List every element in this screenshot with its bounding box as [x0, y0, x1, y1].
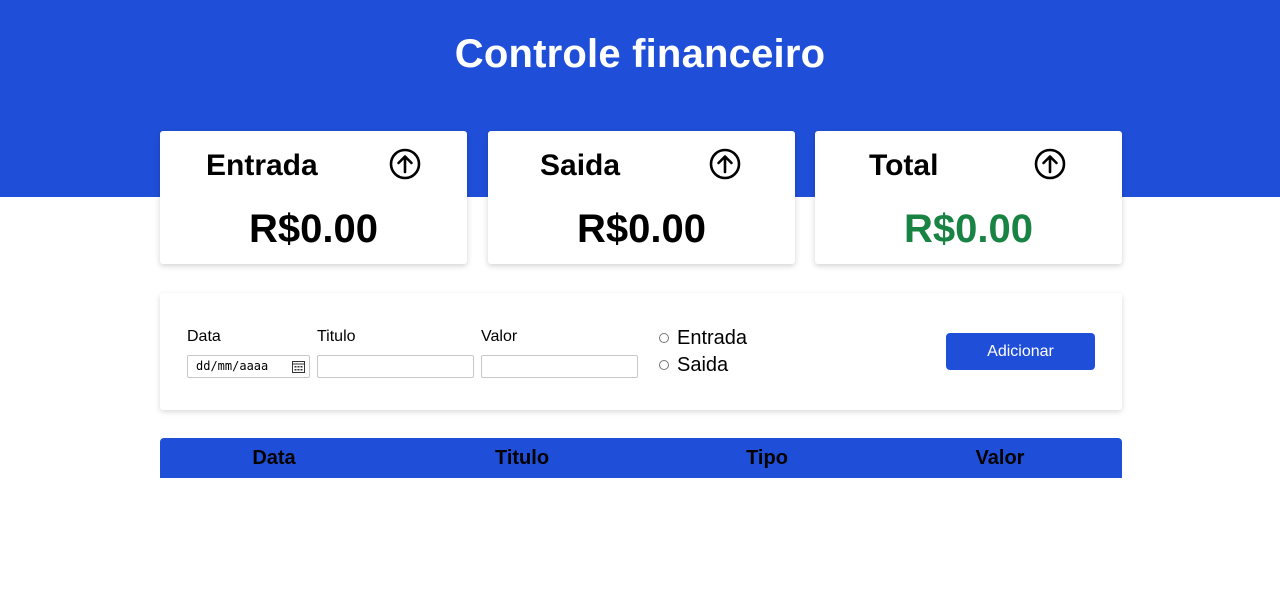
date-placeholder: dd/mm/aaaa [196, 359, 269, 373]
calendar-icon[interactable] [292, 360, 305, 373]
column-header-data: Data [252, 447, 296, 469]
radio-saida-label: Saida [677, 353, 729, 376]
date-input[interactable]: dd/mm/aaaa [187, 355, 310, 378]
title-label: Titulo [317, 328, 356, 345]
radio-entrada-circle[interactable] [659, 333, 669, 343]
card-entrada-title: Entrada [206, 149, 318, 182]
column-header-valor: Valor [975, 447, 1025, 469]
arrow-up-circle-icon [389, 148, 421, 180]
page-title: Controle financeiro [454, 32, 826, 76]
value-label: Valor [481, 328, 518, 345]
radio-saida[interactable]: Saida [659, 353, 728, 377]
arrow-up-circle-icon [709, 148, 741, 180]
radio-entrada-label: Entrada [677, 326, 748, 349]
card-saida: Saida R$0.00 [488, 131, 795, 264]
card-entrada: Entrada R$0.00 [160, 131, 467, 264]
radio-saida-circle[interactable] [659, 360, 669, 370]
column-header-tipo: Tipo [746, 447, 788, 469]
date-label: Data [187, 328, 221, 345]
card-saida-title: Saida [540, 149, 621, 182]
card-total: Total R$0.00 [815, 131, 1122, 264]
card-total-value: R$0.00 [904, 207, 1033, 251]
arrow-up-circle-icon [1034, 148, 1066, 180]
card-saida-value: R$0.00 [577, 207, 706, 251]
table-header: Data Titulo Tipo Valor [160, 438, 1122, 478]
value-input[interactable] [481, 355, 638, 378]
title-input[interactable] [317, 355, 474, 378]
add-button[interactable]: Adicionar [946, 333, 1095, 370]
card-entrada-value: R$0.00 [249, 207, 378, 251]
column-header-titulo: Titulo [494, 447, 550, 469]
card-total-title: Total [869, 149, 939, 182]
radio-entrada[interactable]: Entrada [659, 326, 747, 350]
transaction-form: Data dd/mm/aaaa Titulo Valor Entrada Sai… [160, 293, 1122, 410]
